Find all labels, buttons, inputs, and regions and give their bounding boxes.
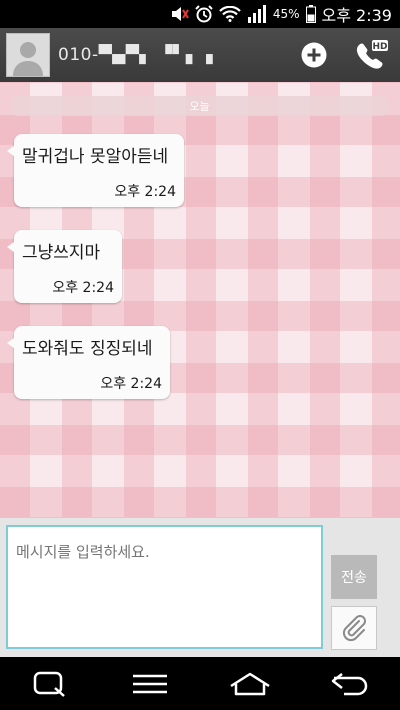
contact-number: 010-▀▄▀▖ ▝▘▖▗ [58,45,214,65]
call-button[interactable]: HD [354,37,390,73]
clock: 오후 2:39 [321,6,392,25]
message-text: 도와줘도 징징되네 [22,339,153,359]
conversation-header: 010-▀▄▀▖ ▝▘▖▗ HD [0,28,400,82]
attach-button[interactable] [331,606,377,650]
message-bubble[interactable]: 도와줘도 징징되네 오후 2:24 [7,326,170,399]
default-avatar-icon [7,34,49,76]
navigation-bar [0,657,400,710]
send-button[interactable]: 전송 [331,555,377,599]
message-text: 그냥쓰지마 [22,243,101,263]
menu-button[interactable] [120,664,180,704]
menu-icon [133,674,167,693]
avatar[interactable] [6,33,50,77]
phone-hd-icon: HD [356,40,388,69]
mute-icon [171,6,189,22]
home-icon [230,672,270,695]
back-icon [331,672,368,695]
back-button[interactable] [320,664,380,704]
message-text: 말귀겁나 못알아듣네 [22,147,169,167]
compose-area: 전송 [0,517,400,657]
add-recipient-button[interactable] [296,37,332,73]
battery-percent: 45% [272,7,300,21]
date-divider: 오늘 [12,96,387,116]
message-bubble[interactable]: 그냥쓰지마 오후 2:24 [7,230,122,303]
message-time: 오후 2:24 [52,280,114,296]
message-thread[interactable]: 오늘 말귀겁나 못알아듣네 오후 2:24 그냥쓰지마 오후 2:24 도와줘도… [0,82,400,517]
message-time: 오후 2:24 [114,184,176,200]
message-time: 오후 2:24 [100,376,162,392]
svg-text:HD: HD [372,42,387,52]
battery-icon [305,5,316,23]
alarm-icon [195,5,213,23]
wifi-icon [219,6,241,22]
message-input[interactable] [6,525,323,649]
home-button[interactable] [220,664,280,704]
message-bubble[interactable]: 말귀겁나 못알아듣네 오후 2:24 [7,134,184,207]
qslide-icon [33,671,65,697]
qslide-button[interactable] [20,664,80,704]
signal-icon [247,5,267,23]
plus-circle-icon [301,42,327,68]
paperclip-icon [342,615,366,642]
status-bar: 45% 오후 2:39 [0,0,400,28]
